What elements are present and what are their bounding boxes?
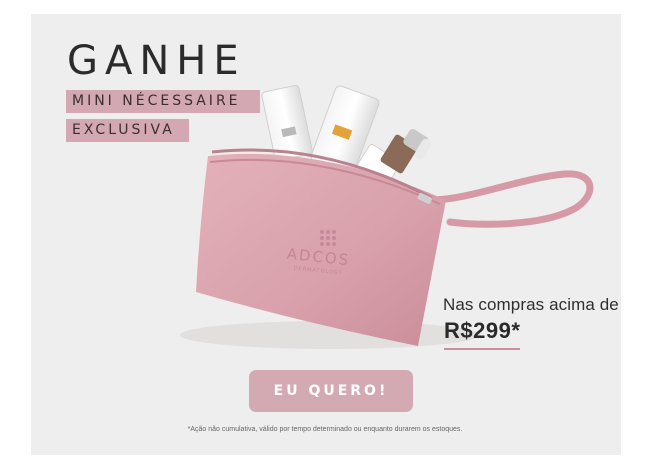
brand-logo-mark xyxy=(320,230,336,246)
offer-text: Nas compras acima de xyxy=(443,295,619,314)
disclaimer: *Ação não cumulativa, válido por tempo d… xyxy=(187,426,463,433)
offer-price: R$299* xyxy=(444,318,521,350)
pouch: ADCOS DERMATOLOGY xyxy=(196,148,446,346)
pouch-strap xyxy=(426,170,594,228)
eu-quero-button[interactable]: EU QUERO! xyxy=(249,370,413,412)
